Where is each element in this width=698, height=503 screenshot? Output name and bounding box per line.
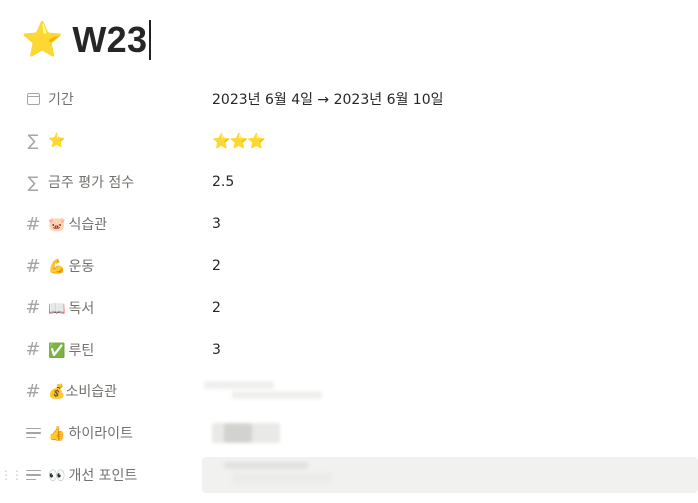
property-label: ⭐ [48, 132, 66, 149]
page-title-text[interactable]: W23 [72, 19, 147, 61]
property-name[interactable]: 👍 하이라이트 [24, 423, 133, 443]
hash-icon: # [25, 380, 41, 402]
hash-icon: # [25, 339, 41, 361]
property-row-period[interactable]: 기간 2023년 6월 4일 → 2023년 6월 10일 [0, 78, 698, 120]
text-lines-icon [24, 466, 42, 484]
sigma-icon: ∑ [27, 131, 39, 151]
property-name[interactable]: ∑ 금주 평가 점수 [24, 172, 135, 192]
property-label: 식습관 [68, 217, 108, 234]
pig-icon: 🐷 [48, 217, 66, 234]
property-row-eating-habits[interactable]: # 🐷 식습관 3 [0, 203, 698, 245]
property-row-weekly-score[interactable]: ∑ 금주 평가 점수 2.5 [0, 162, 698, 204]
property-label: 하이라이트 [68, 426, 133, 443]
number-value[interactable]: 3 [212, 329, 698, 371]
eyes-icon: 👀 [48, 468, 66, 485]
text-cursor [149, 20, 151, 60]
property-row-improvement[interactable]: ⋮⋮ 👀 개선 포인트 [0, 454, 698, 496]
redacted-text [232, 390, 322, 399]
check-mark-icon: ✅ [48, 342, 66, 359]
calendar-icon [24, 90, 42, 108]
page-title[interactable]: ⭐ W23 [21, 14, 151, 66]
number-value[interactable]: 3 [212, 203, 698, 245]
property-name[interactable]: # 📖 독서 [24, 297, 95, 319]
property-row-routine[interactable]: # ✅ 루틴 3 [0, 329, 698, 371]
hash-icon: # [25, 213, 41, 235]
hash-icon: # [25, 297, 41, 319]
number-value[interactable]: 2 [212, 287, 698, 329]
money-bag-icon: 💰 [48, 384, 66, 401]
property-row-reading[interactable]: # 📖 독서 2 [0, 287, 698, 329]
property-label: 소비습관 [65, 384, 117, 401]
property-name[interactable]: # 💰소비습관 [24, 380, 117, 402]
property-name[interactable]: # 🐷 식습관 [24, 213, 108, 235]
hash-icon: # [25, 255, 41, 277]
redacted-text [224, 424, 252, 443]
property-name[interactable]: # ✅ 루틴 [24, 339, 95, 361]
redacted-text [204, 380, 274, 389]
property-row-star[interactable]: ∑ ⭐ ⭐⭐⭐ [0, 120, 698, 162]
open-book-icon: 📖 [48, 300, 66, 317]
property-label: 기간 [48, 91, 74, 108]
date-range-value[interactable]: 2023년 6월 4일 → 2023년 6월 10일 [212, 78, 698, 120]
property-label: 금주 평가 점수 [48, 175, 135, 192]
star-emoji-icon[interactable]: ⭐ [21, 23, 63, 57]
property-label: 개선 포인트 [68, 468, 138, 485]
property-label: 독서 [68, 300, 95, 317]
redacted-text [224, 462, 308, 470]
property-label: 루틴 [68, 342, 95, 359]
notion-page: ⭐ W23 기간 2023년 6월 4일 → 2023년 6월 10일 ∑ ⭐ … [0, 0, 698, 503]
blurred-value[interactable] [212, 412, 698, 454]
redacted-text [232, 472, 332, 485]
thumbs-up-icon: 👍 [48, 426, 66, 443]
property-name[interactable]: 기간 [24, 89, 74, 109]
property-name[interactable]: # 💪 운동 [24, 255, 95, 277]
drag-handle-icon[interactable]: ⋮⋮ [0, 469, 23, 481]
property-name[interactable]: 👀 개선 포인트 [24, 465, 137, 485]
property-name[interactable]: ∑ ⭐ [24, 131, 66, 151]
text-lines-icon [24, 424, 42, 442]
star-rating-value: ⭐⭐⭐ [212, 131, 266, 150]
property-row-exercise[interactable]: # 💪 운동 2 [0, 245, 698, 287]
sigma-icon: ∑ [27, 172, 39, 192]
weekly-score-value: 2.5 [212, 174, 235, 191]
blurred-value[interactable] [202, 454, 698, 496]
property-row-spending-habits[interactable]: # 💰소비습관 [0, 371, 698, 413]
property-label: 운동 [68, 259, 95, 276]
flexed-biceps-icon: 💪 [48, 259, 66, 276]
property-list: 기간 2023년 6월 4일 → 2023년 6월 10일 ∑ ⭐ ⭐⭐⭐ ∑ … [0, 78, 698, 496]
number-value[interactable]: 2 [212, 245, 698, 287]
blurred-value[interactable] [204, 371, 698, 413]
property-row-highlight[interactable]: 👍 하이라이트 [0, 412, 698, 454]
